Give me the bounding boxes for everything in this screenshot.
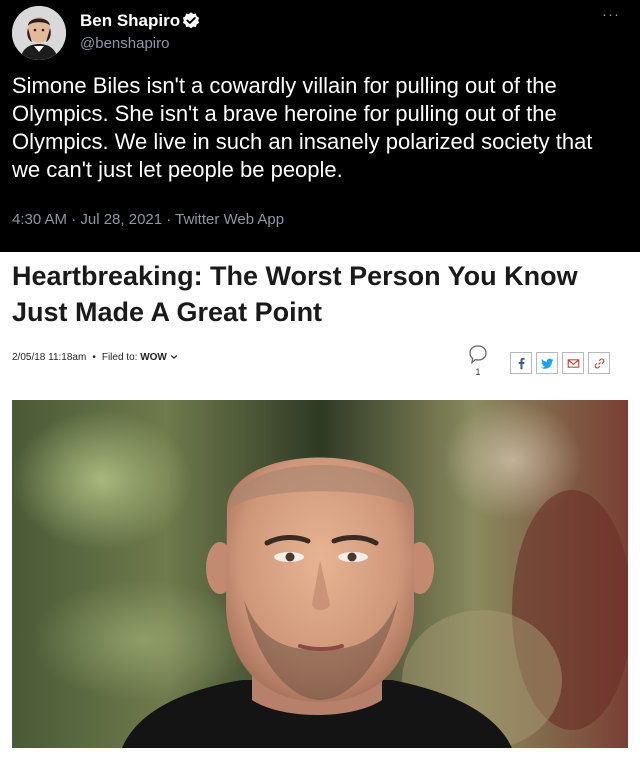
article-hero-photo bbox=[12, 400, 628, 748]
chevron-down-icon[interactable] bbox=[170, 353, 178, 361]
avatar[interactable] bbox=[12, 6, 66, 60]
filed-to-tag[interactable]: WOW bbox=[140, 352, 167, 363]
display-name[interactable]: Ben Shapiro bbox=[80, 11, 180, 31]
email-icon bbox=[567, 358, 579, 368]
portrait-image bbox=[12, 400, 628, 748]
tweet-card: Ben Shapiro @benshapiro ··· Simone Biles… bbox=[0, 0, 640, 252]
article-date[interactable]: 2/05/18 11:18am bbox=[12, 352, 86, 363]
tweet-text: Simone Biles isn't a cowardly villain fo… bbox=[12, 73, 593, 182]
share-email-button[interactable] bbox=[562, 352, 584, 374]
filed-to-label: Filed to: bbox=[101, 351, 138, 363]
tweet-timestamp[interactable]: 4:30 AM · Jul 28, 2021 · Twitter Web App bbox=[12, 211, 284, 228]
share-link-button[interactable] bbox=[588, 352, 610, 374]
more-options-icon[interactable]: ··· bbox=[596, 6, 626, 24]
link-icon bbox=[594, 357, 604, 369]
article-meta: 2/05/18 11:18am • Filed to: WOW bbox=[12, 349, 178, 365]
comment-count: 1 bbox=[475, 367, 481, 377]
user-handle[interactable]: @benshapiro bbox=[80, 35, 169, 52]
meta-separator: • bbox=[92, 351, 96, 363]
facebook-icon bbox=[518, 357, 525, 369]
article-headline[interactable]: Heartbreaking: The Worst Person You Know… bbox=[12, 258, 628, 330]
share-twitter-button[interactable] bbox=[536, 352, 558, 374]
twitter-icon bbox=[540, 358, 553, 369]
verified-badge-icon bbox=[182, 12, 200, 29]
share-facebook-button[interactable] bbox=[510, 352, 532, 374]
avatar-image bbox=[12, 6, 66, 60]
